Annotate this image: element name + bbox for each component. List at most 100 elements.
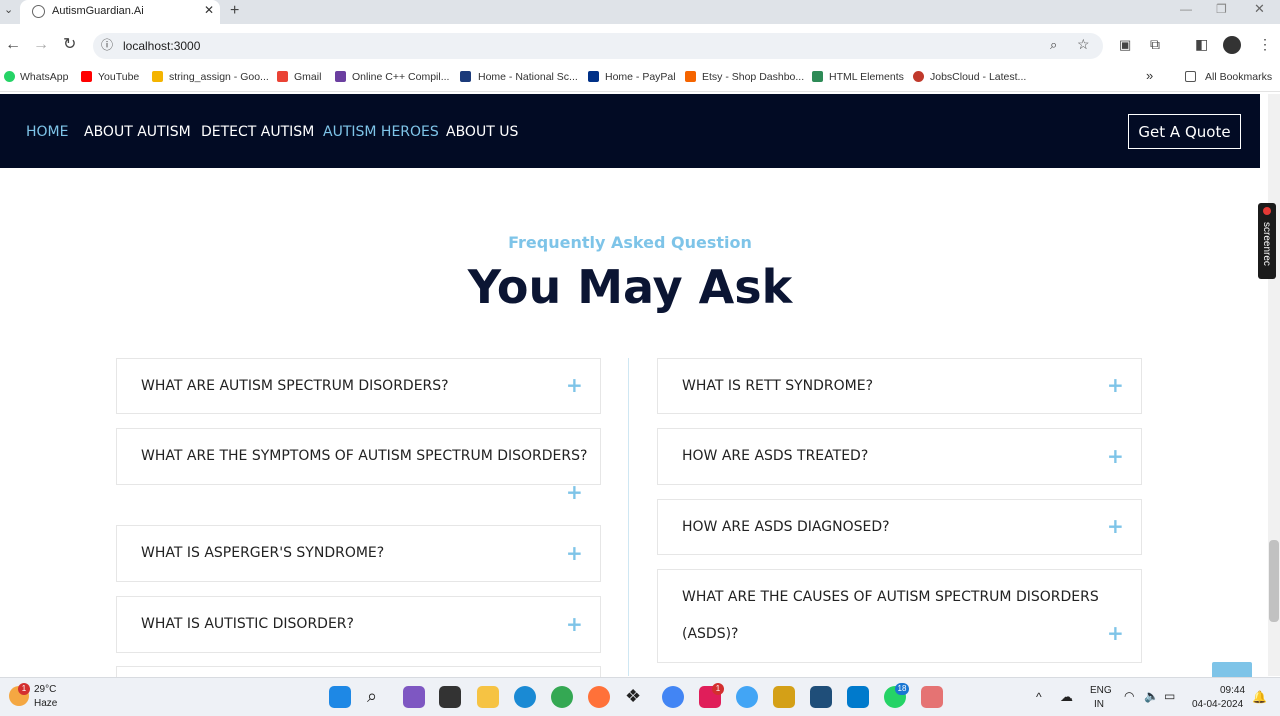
file-explorer-icon[interactable] — [477, 686, 499, 708]
back-icon[interactable]: ← — [5, 37, 21, 53]
bookmark-html-elements[interactable]: HTML Elements — [829, 71, 904, 83]
faq-item-diagnosed[interactable]: HOW ARE ASDS DIAGNOSED? + — [657, 499, 1142, 555]
nav-about-us[interactable]: ABOUT US — [446, 124, 518, 140]
bookmark-whatsapp[interactable]: WhatsApp — [20, 71, 68, 83]
cast-icon[interactable]: ▣ — [1119, 38, 1131, 51]
notification-icon[interactable]: 🔔 — [1252, 690, 1267, 704]
side-panel-icon[interactable]: ◧ — [1195, 37, 1208, 51]
extensions-icon[interactable]: ⧉ — [1150, 37, 1160, 51]
html-icon — [812, 71, 823, 82]
bookmark-gmail[interactable]: Gmail — [294, 71, 321, 83]
faq-item-causes[interactable]: WHAT ARE THE CAUSES OF AUTISM SPECTRUM D… — [657, 569, 1142, 663]
slack-badge: 1 — [712, 683, 724, 695]
bookmark-jobscloud[interactable]: JobsCloud - Latest... — [930, 71, 1026, 83]
volume-icon[interactable]: 🔈 — [1144, 689, 1159, 703]
bookmark-cpp-compiler[interactable]: Online C++ Compil... — [352, 71, 449, 83]
minimize-icon[interactable]: — — [1180, 3, 1192, 15]
folder-icon — [1185, 71, 1196, 82]
plus-icon[interactable]: + — [1107, 444, 1124, 468]
plus-icon[interactable]: + — [1107, 373, 1124, 397]
youtube-icon — [81, 71, 92, 82]
nav-detect-autism[interactable]: DETECT AUTISM — [201, 124, 314, 140]
close-icon[interactable]: ✕ — [204, 3, 214, 17]
clock-date[interactable]: 04-04-2024 — [1192, 699, 1243, 710]
address-bar[interactable] — [93, 33, 1103, 59]
window-close-icon[interactable]: ✕ — [1254, 2, 1265, 15]
wifi-icon[interactable]: ◠ — [1124, 689, 1134, 703]
plus-icon[interactable]: + — [566, 612, 583, 636]
paypal-icon — [588, 71, 599, 82]
clock-time[interactable]: 09:44 — [1220, 685, 1245, 696]
record-icon — [1263, 207, 1271, 215]
all-bookmarks[interactable]: All Bookmarks — [1205, 71, 1272, 83]
bookmark-star-icon[interactable]: ☆ — [1077, 37, 1090, 51]
scrollbar-thumb[interactable] — [1269, 540, 1279, 622]
firefox-icon[interactable] — [588, 686, 610, 708]
back-to-top-button[interactable] — [1212, 662, 1252, 678]
weather-temp[interactable]: 29°C — [34, 684, 56, 695]
forward-icon[interactable]: → — [33, 37, 49, 53]
tray-chevron-icon[interactable]: ^ — [1036, 690, 1042, 704]
faq-item-asperger[interactable]: WHAT IS ASPERGER'S SYNDROME? + — [116, 525, 601, 582]
plus-icon[interactable]: + — [1107, 621, 1124, 645]
snipping-tool-icon[interactable] — [921, 686, 943, 708]
nav-home[interactable]: HOME — [26, 124, 68, 140]
profile-avatar[interactable] — [1223, 36, 1241, 54]
bookmark-youtube[interactable]: YouTube — [98, 71, 139, 83]
faq-question: WHAT ARE THE CAUSES OF AUTISM SPECTRUM D… — [682, 589, 1099, 605]
weather-desc[interactable]: Haze — [34, 698, 57, 709]
vscode-icon[interactable] — [847, 686, 869, 708]
faq-question: WHAT IS ASPERGER'S SYNDROME? — [141, 545, 385, 561]
chrome-profile-icon[interactable] — [662, 686, 684, 708]
tab-search-icon[interactable]: ⌄ — [4, 5, 13, 16]
settings-icon[interactable] — [736, 686, 758, 708]
bookmark-string-assign[interactable]: string_assign - Goo... — [169, 71, 269, 83]
browser-tab[interactable]: AutismGuardian.Ai ✕ — [20, 0, 220, 24]
plus-icon[interactable]: + — [566, 373, 583, 397]
faq-item-asd[interactable]: WHAT ARE AUTISM SPECTRUM DISORDERS? + — [116, 358, 601, 414]
task-view-icon[interactable] — [439, 686, 461, 708]
etsy-icon — [685, 71, 696, 82]
plus-icon[interactable]: + — [566, 541, 583, 565]
vm-icon[interactable] — [810, 686, 832, 708]
bookmark-national[interactable]: Home - National Sc... — [478, 71, 578, 83]
bookmarks-overflow-icon[interactable]: » — [1146, 68, 1153, 83]
faq-question: HOW ARE ASDS DIAGNOSED? — [682, 519, 890, 535]
bookmark-etsy[interactable]: Etsy - Shop Dashbo... — [702, 71, 804, 83]
chrome-icon[interactable] — [551, 686, 573, 708]
gmail-icon — [277, 71, 288, 82]
edge-icon[interactable] — [514, 686, 536, 708]
windows-start-icon[interactable] — [329, 686, 351, 708]
new-tab-icon[interactable]: + — [230, 3, 239, 19]
get-quote-button[interactable]: Get A Quote — [1128, 114, 1241, 149]
faq-item-symptoms[interactable]: WHAT ARE THE SYMPTOMS OF AUTISM SPECTRUM… — [116, 428, 601, 485]
lang-primary[interactable]: ENG — [1090, 685, 1112, 696]
copilot-icon[interactable] — [403, 686, 425, 708]
reload-icon[interactable]: ↻ — [63, 37, 76, 53]
onedrive-icon[interactable]: ☁ — [1060, 689, 1073, 705]
compiler-icon — [335, 71, 346, 82]
faq-question: WHAT ARE THE SYMPTOMS OF AUTISM SPECTRUM… — [141, 448, 588, 464]
menu-icon[interactable]: ⋮ — [1258, 37, 1272, 51]
nav-autism-heroes[interactable]: AUTISM HEROES — [323, 124, 439, 140]
site-info-icon[interactable]: ⓘ — [101, 39, 113, 51]
sublime-icon[interactable] — [773, 686, 795, 708]
search-icon[interactable]: ⌕ — [367, 686, 389, 708]
faq-item-rett[interactable]: WHAT IS RETT SYNDROME? + — [657, 358, 1142, 414]
battery-icon[interactable]: ▭ — [1164, 689, 1175, 703]
lang-secondary[interactable]: IN — [1094, 699, 1104, 710]
zoom-icon[interactable]: ⌕ — [1050, 38, 1057, 51]
plus-icon[interactable]: + — [1107, 514, 1124, 538]
nav-about-autism[interactable]: ABOUT AUTISM — [84, 124, 191, 140]
restore-icon[interactable]: ❐ — [1216, 3, 1227, 15]
bookmark-paypal[interactable]: Home - PayPal — [605, 71, 676, 83]
dropbox-icon[interactable]: ❖ — [625, 686, 647, 708]
faq-title: You May Ask — [467, 260, 793, 314]
jobscloud-icon — [913, 71, 924, 82]
faq-question: WHAT IS RETT SYNDROME? — [682, 378, 874, 394]
plus-icon[interactable]: + — [566, 480, 583, 504]
faq-item-autistic[interactable]: WHAT IS AUTISTIC DISORDER? + — [116, 596, 601, 653]
faq-item-treated[interactable]: HOW ARE ASDS TREATED? + — [657, 428, 1142, 485]
faq-question: WHAT IS AUTISTIC DISORDER? — [141, 616, 354, 632]
url-text[interactable]: localhost:3000 — [123, 39, 200, 53]
